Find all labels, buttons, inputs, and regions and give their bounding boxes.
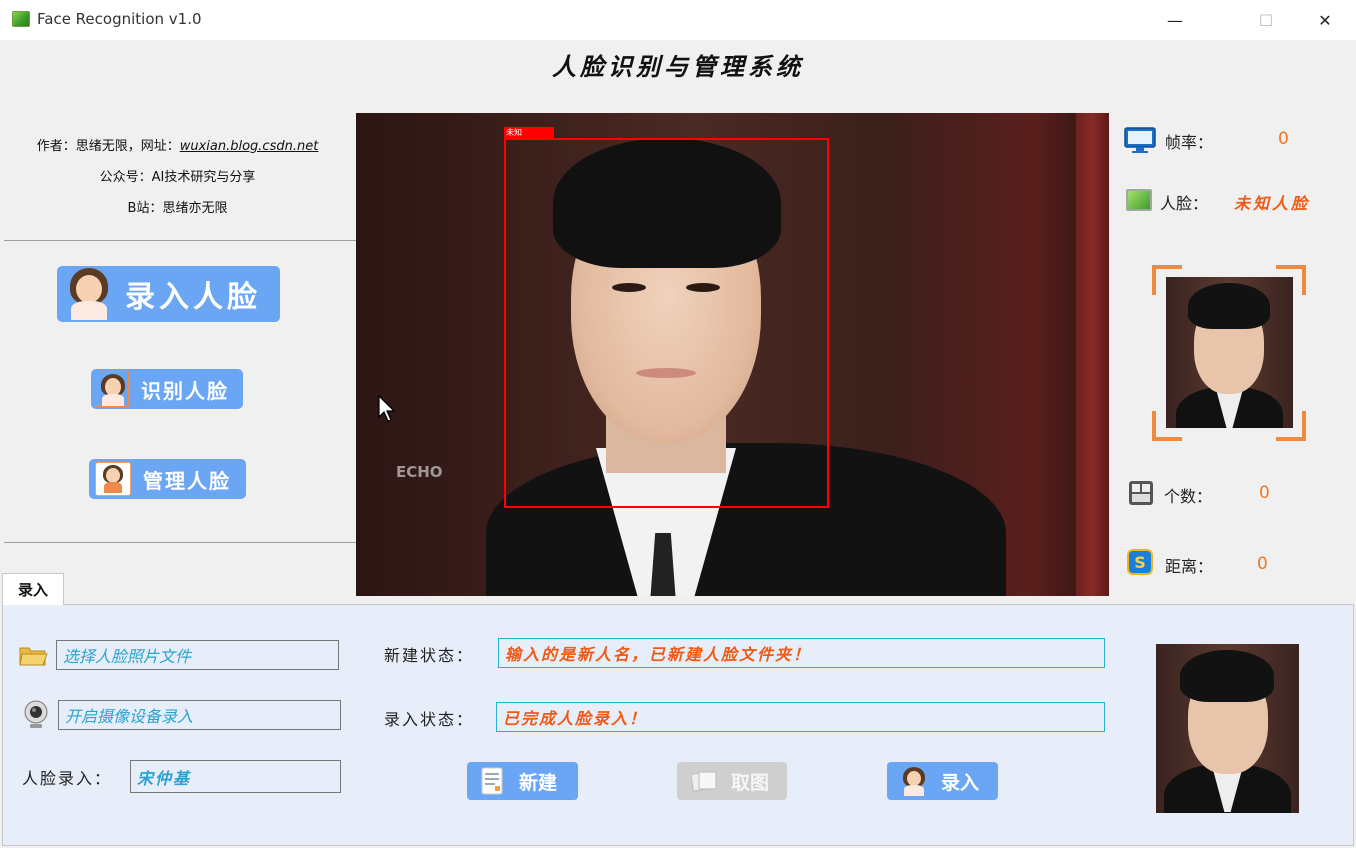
svg-text:S: S xyxy=(1134,553,1146,572)
enroll-status-label: 录入状态： xyxy=(384,710,475,729)
tab-enroll[interactable]: 录入 xyxy=(2,573,64,605)
count-value: 0 xyxy=(1259,483,1270,503)
fps-value: 0 xyxy=(1278,129,1289,149)
face-image-icon xyxy=(1126,189,1152,211)
new-status-field: 输入的是新人名，已新建人脸文件夹！ xyxy=(498,638,1105,668)
author-text: 作者：思绪无限，网址： xyxy=(36,139,180,154)
photos-icon xyxy=(691,771,717,792)
face-name-label: 人脸录入： xyxy=(22,769,113,788)
avatar-icon xyxy=(67,268,111,320)
calculator-icon xyxy=(1129,481,1153,505)
divider-bottom xyxy=(4,542,356,543)
face-preview xyxy=(1152,265,1306,441)
enroll-face-nav-label: 录入人脸 xyxy=(125,280,261,315)
new-status-label: 新建状态： xyxy=(384,646,475,665)
recognize-face-nav-button[interactable]: 识别人脸 xyxy=(91,369,243,409)
fps-label: 帧率： xyxy=(1165,133,1214,152)
detection-label: 未知 xyxy=(504,127,554,138)
maximize-button[interactable]: ☐ xyxy=(1243,6,1289,34)
open-camera-input[interactable]: 开启摄像设备录入 xyxy=(58,700,341,730)
manage-face-nav-label: 管理人脸 xyxy=(143,468,231,493)
avatar-icon xyxy=(95,462,131,496)
author-link[interactable]: wuxian.blog.csdn.net xyxy=(180,139,319,154)
avatar-icon xyxy=(901,766,927,796)
enroll-face-nav-button[interactable]: 录入人脸 xyxy=(57,266,280,322)
window-title: Face Recognition v1.0 xyxy=(37,10,202,28)
divider-top xyxy=(4,240,356,241)
wechat-line: 公众号：AI技术研究与分享 xyxy=(99,170,256,185)
webcam-icon xyxy=(24,700,48,728)
author-line: 作者：思绪无限，网址：wuxian.blog.csdn.net xyxy=(0,135,355,154)
distance-label: 距离： xyxy=(1165,557,1214,576)
enroll-status-field: 已完成人脸录入！ xyxy=(496,702,1105,732)
enroll-button-label: 录入 xyxy=(941,771,980,794)
count-label: 个数： xyxy=(1164,487,1213,506)
new-button[interactable]: 新建 xyxy=(467,762,578,800)
enroll-button[interactable]: 录入 xyxy=(887,762,998,800)
close-button[interactable]: ✕ xyxy=(1302,6,1348,34)
capture-button[interactable]: 取图 xyxy=(677,762,787,800)
monitor-icon xyxy=(1124,127,1156,153)
minimize-button[interactable]: — xyxy=(1152,6,1198,34)
video-watermark: ECHO xyxy=(396,463,443,481)
enrolled-face-thumbnail xyxy=(1156,644,1299,813)
capture-button-label: 取图 xyxy=(731,771,770,794)
face-value: 未知人脸 xyxy=(1234,194,1311,213)
new-button-label: 新建 xyxy=(519,771,558,794)
folder-icon xyxy=(19,647,48,666)
mouse-cursor-icon xyxy=(378,395,396,422)
recognize-face-nav-label: 识别人脸 xyxy=(141,378,229,403)
video-frame: ECHO 未知 xyxy=(356,113,1109,596)
face-label: 人脸： xyxy=(1160,194,1209,213)
distance-icon: S xyxy=(1127,549,1153,575)
app-heading: 人脸识别与管理系统 xyxy=(552,52,804,81)
document-icon xyxy=(481,767,503,795)
app-icon xyxy=(12,11,30,27)
bilibili-line: B站：思绪亦无限 xyxy=(127,201,228,216)
manage-face-nav-button[interactable]: 管理人脸 xyxy=(89,459,246,499)
select-photo-file-input[interactable]: 选择人脸照片文件 xyxy=(56,640,339,670)
detection-box xyxy=(504,138,829,508)
avatar-icon xyxy=(97,371,129,407)
face-name-input[interactable]: 宋仲基 xyxy=(130,760,341,793)
distance-value: 0 xyxy=(1257,554,1268,574)
